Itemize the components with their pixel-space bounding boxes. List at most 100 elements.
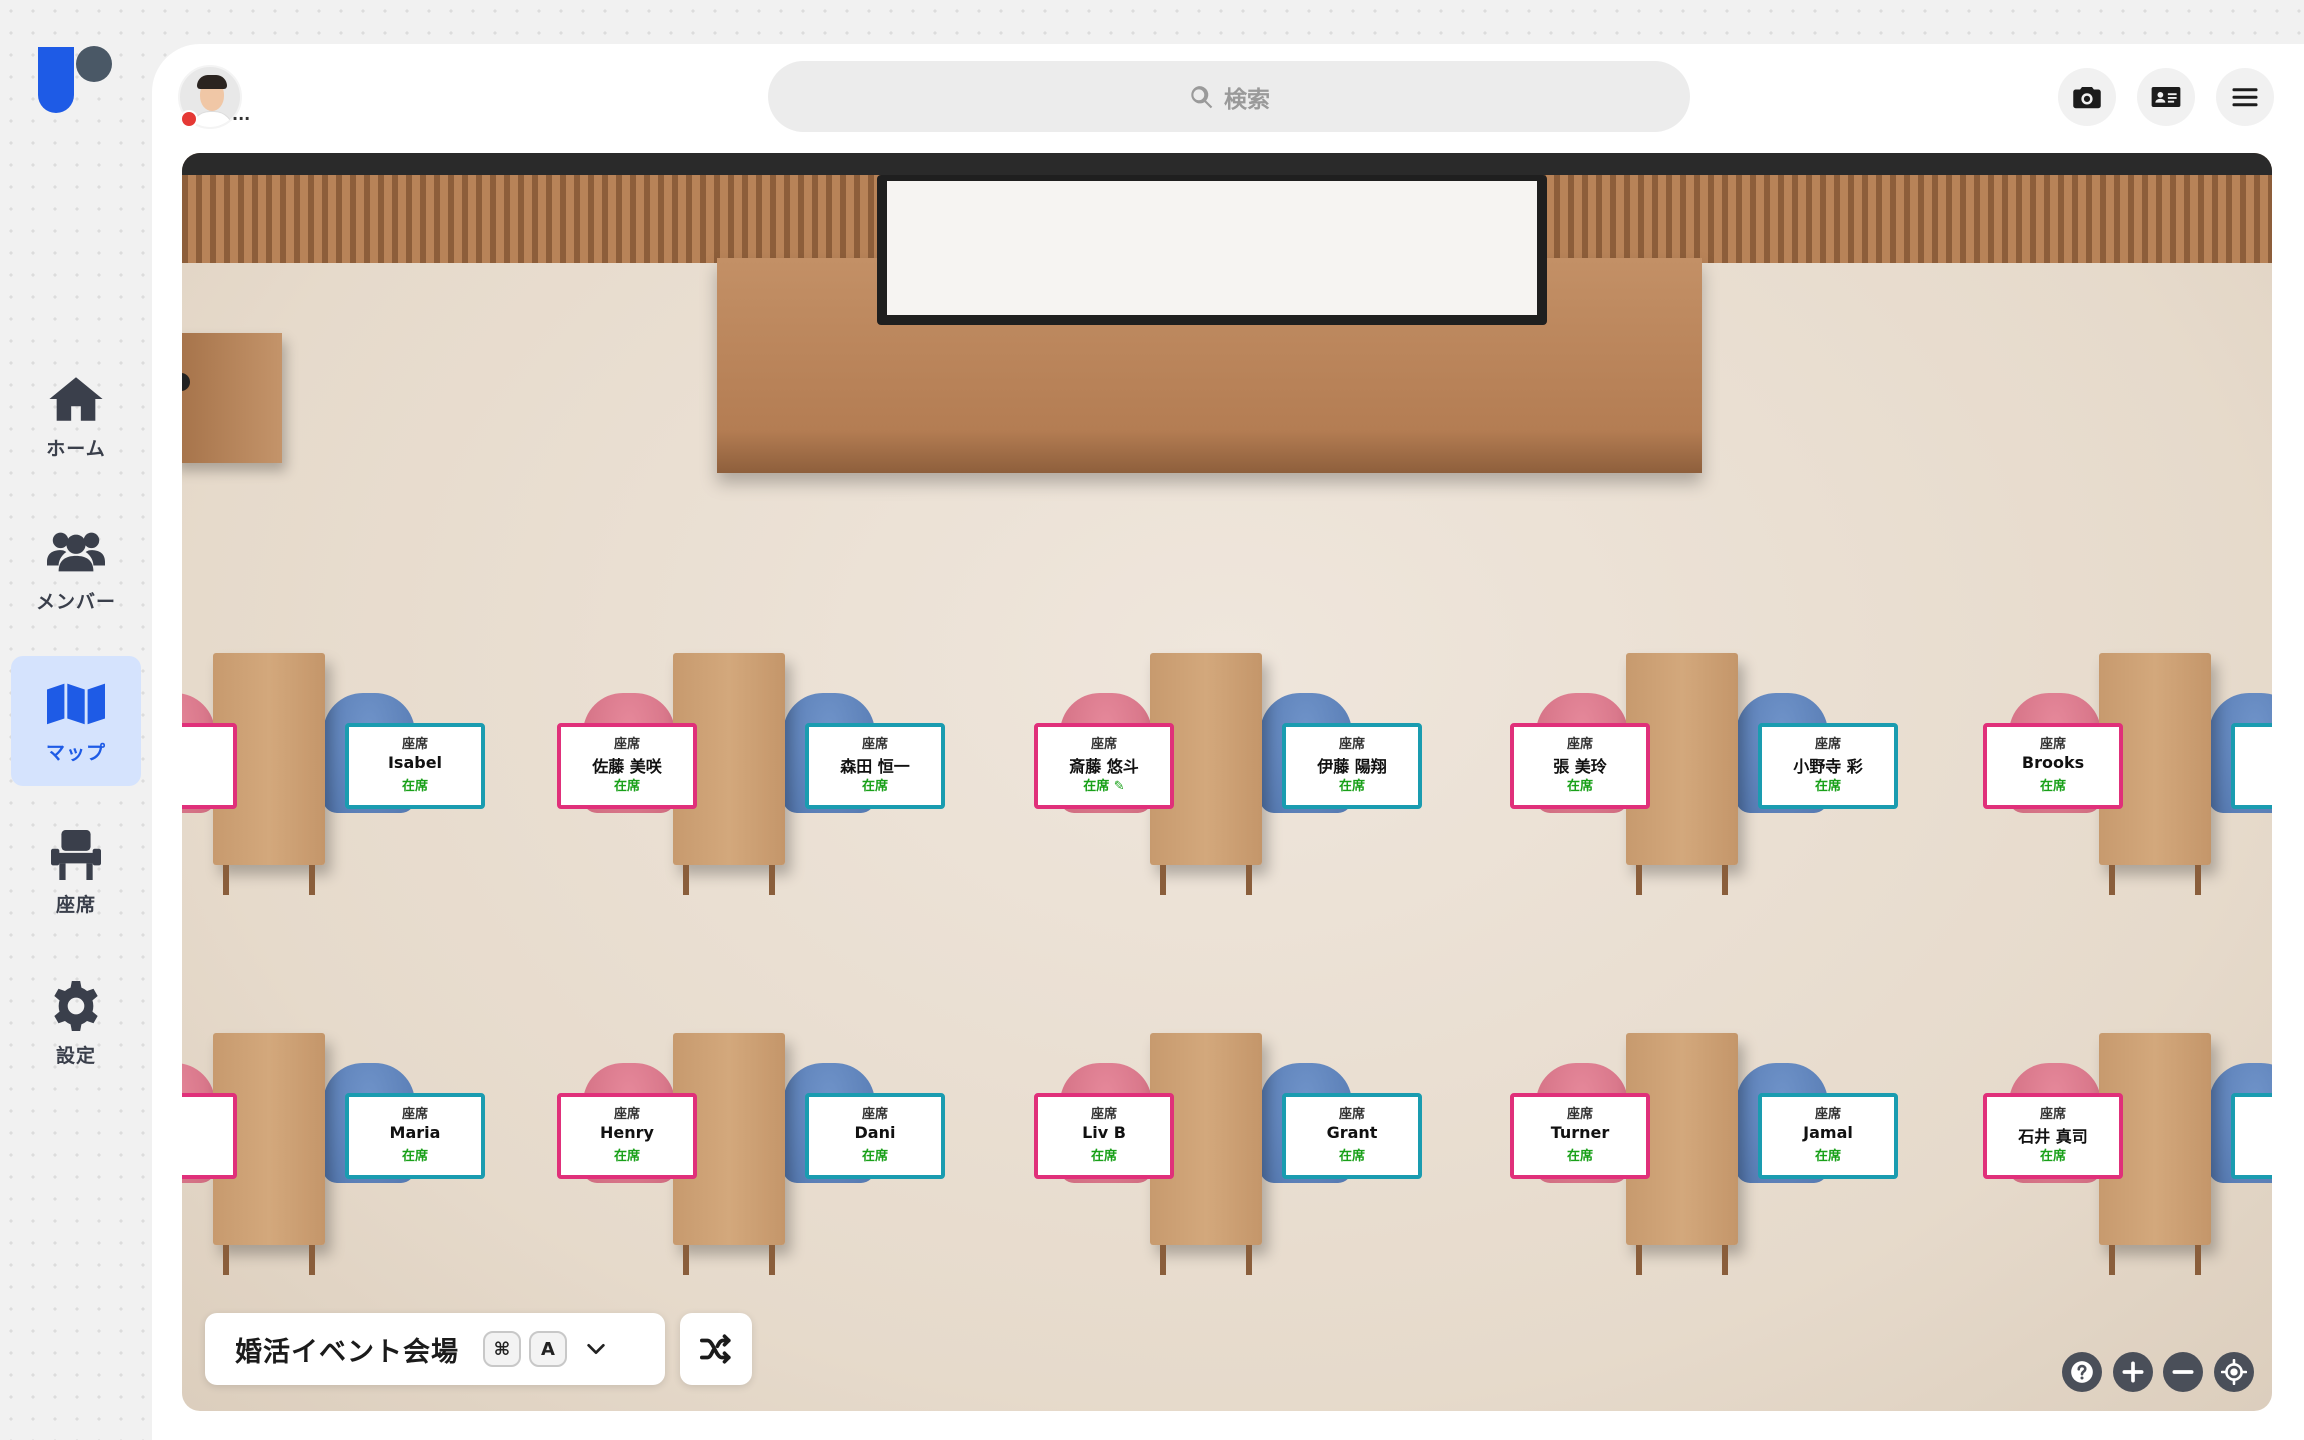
seat-title: 座席: [1566, 1107, 1593, 1122]
seat-status: 在席: [182, 1145, 233, 1161]
seat-title: 座席: [613, 1107, 640, 1122]
seat-card[interactable]: 座席 Jamal 在席: [1758, 1093, 1898, 1179]
seat-icon: [51, 829, 101, 880]
table-leg: [2109, 865, 2115, 895]
search-input[interactable]: 検索: [768, 61, 1690, 132]
seat-card[interactable]: 座席 Turner 在席: [1510, 1093, 1650, 1179]
seat-card[interactable]: 座席 伊藤 陽翔 在席: [1282, 723, 1422, 809]
crosshair-icon: [2221, 1359, 2247, 1385]
camera-button[interactable]: [2058, 68, 2116, 126]
seat-card[interactable]: 座席在席: [182, 1093, 237, 1179]
sidebar-item-label: ホーム: [46, 437, 106, 460]
seat-title: 座席: [1338, 1107, 1365, 1122]
seat-status: 在席: [1814, 1149, 1841, 1164]
seat-title: 座席: [861, 1107, 888, 1122]
seat-status: 在席: [182, 775, 233, 791]
seat-card[interactable]: 座席張 美玲 在席: [1510, 723, 1650, 809]
seat-card[interactable]: 座席清水在席: [2231, 1093, 2272, 1179]
search-icon: [1191, 85, 1213, 108]
help-button[interactable]: [2062, 1352, 2102, 1392]
podium: [182, 333, 282, 463]
sidebar-item-map[interactable]: マップ: [11, 656, 141, 786]
search-placeholder: 検索: [1224, 86, 1270, 113]
seat-occupant-name: Jamal: [1803, 1123, 1853, 1142]
seat-card[interactable]: 座席 Grant 在席: [1282, 1093, 1422, 1179]
table-leg: [1722, 865, 1728, 895]
seat-title: 座席: [1338, 737, 1365, 752]
table-leg: [1636, 1245, 1642, 1275]
seat-card[interactable]: 座席 Al 在席: [2231, 723, 2272, 809]
shuffle-button[interactable]: [680, 1313, 752, 1385]
seat-title: 座席: [182, 1103, 233, 1119]
shuffle-icon: [699, 1334, 731, 1364]
table-leg: [223, 865, 229, 895]
sidebar-item-seats[interactable]: 座席: [11, 808, 141, 938]
table-leg: [309, 865, 315, 895]
projector-screen: [887, 181, 1537, 315]
zoom-in-button[interactable]: [2113, 1352, 2153, 1392]
sidebar-item-settings[interactable]: 設定: [11, 959, 141, 1089]
plus-icon: [2122, 1361, 2144, 1383]
id-card-icon: [2151, 87, 2181, 107]
seat-status: 在席: [2039, 779, 2066, 794]
sidebar-item-label: メンバー: [35, 590, 116, 613]
table-leg: [1636, 865, 1642, 895]
seat-status: 在席: [1566, 1149, 1593, 1164]
chevron-down-icon: [587, 1343, 605, 1355]
recenter-button[interactable]: [2214, 1352, 2254, 1392]
table-leg: [309, 1245, 315, 1275]
seat-occupant-name: 伊藤 陽翔: [1317, 757, 1387, 776]
members-icon: [47, 532, 105, 571]
seat-status: 在席 ✎: [1083, 779, 1125, 794]
room-selector[interactable]: 婚活イベント会場 ⌘ A: [205, 1313, 665, 1385]
profile-card-button[interactable]: [2137, 68, 2195, 126]
more-icon: ...: [232, 105, 251, 124]
seat-card[interactable]: 座席 石井 真司 在席: [1983, 1093, 2123, 1179]
seat-card[interactable]: 座席 Maria 在席: [345, 1093, 485, 1179]
status-dot: [180, 110, 198, 128]
map-canvas[interactable]: 座席在席座席Isabel在席座席佐藤 美咲在席座席森田 恒一在席座席斎藤 悠斗在…: [182, 153, 2272, 1411]
seat-occupant-name: 森田 恒一: [840, 757, 910, 776]
seat-card[interactable]: 座席 Henry 在席: [557, 1093, 697, 1179]
seat-status: 在席: [2235, 1145, 2272, 1161]
sidebar-item-members[interactable]: メンバー: [11, 505, 141, 635]
seat-card[interactable]: 座席 Isabel 在席: [345, 723, 485, 809]
seat-card[interactable]: 座席 Brooks 在席: [1983, 723, 2123, 809]
seat-occupant-name: 張 美玲: [1553, 757, 1607, 776]
seat-card[interactable]: 座席 Liv B 在席: [1034, 1093, 1174, 1179]
seat-occupant-name: 斎藤 悠斗: [1069, 757, 1139, 776]
table-leg: [2195, 865, 2201, 895]
seat-status: 在席: [613, 1149, 640, 1164]
room-name: 婚活イベント会場: [235, 1336, 459, 1368]
seat-status: 在席: [401, 1149, 428, 1164]
seat-status: 在席: [1338, 779, 1365, 794]
seat-title: 座席: [1090, 737, 1117, 752]
table-leg: [769, 865, 775, 895]
seat-card[interactable]: 座席 小野寺 彩在席: [1758, 723, 1898, 809]
settings-icon: [54, 980, 98, 1031]
seat-card[interactable]: 座席 Dani 在席: [805, 1093, 945, 1179]
app-logo[interactable]: [38, 44, 114, 116]
seat-status: 在席: [613, 779, 640, 794]
seat-occupant-name: Liv B: [1082, 1123, 1126, 1142]
seat-status: 在席: [2235, 775, 2272, 791]
table-leg: [1722, 1245, 1728, 1275]
menu-button[interactable]: [2216, 68, 2274, 126]
seat-card[interactable]: 座席 佐藤 美咲 在席: [557, 723, 697, 809]
help-icon: [2071, 1361, 2093, 1383]
sidebar-item-home[interactable]: ホーム: [11, 352, 141, 482]
table-leg: [2195, 1245, 2201, 1275]
seat-card[interactable]: 座席在席: [182, 723, 237, 809]
table-leg: [683, 1245, 689, 1275]
seat-occupant-name: Turner: [1550, 1123, 1610, 1142]
seat-title: 座席: [2235, 1103, 2272, 1119]
seat-card[interactable]: 座席 森田 恒一 在席: [805, 723, 945, 809]
seat-occupant-name: 清水: [2235, 1123, 2272, 1143]
seat-card[interactable]: 座席斎藤 悠斗在席 ✎: [1034, 723, 1174, 809]
user-avatar-button[interactable]: ...: [178, 65, 250, 131]
zoom-out-button[interactable]: [2163, 1352, 2203, 1392]
table-leg: [223, 1245, 229, 1275]
shortcut-key-a: A: [529, 1331, 567, 1367]
seat-occupant-name: [182, 753, 233, 773]
seat-occupant-name: Al: [2235, 753, 2272, 773]
